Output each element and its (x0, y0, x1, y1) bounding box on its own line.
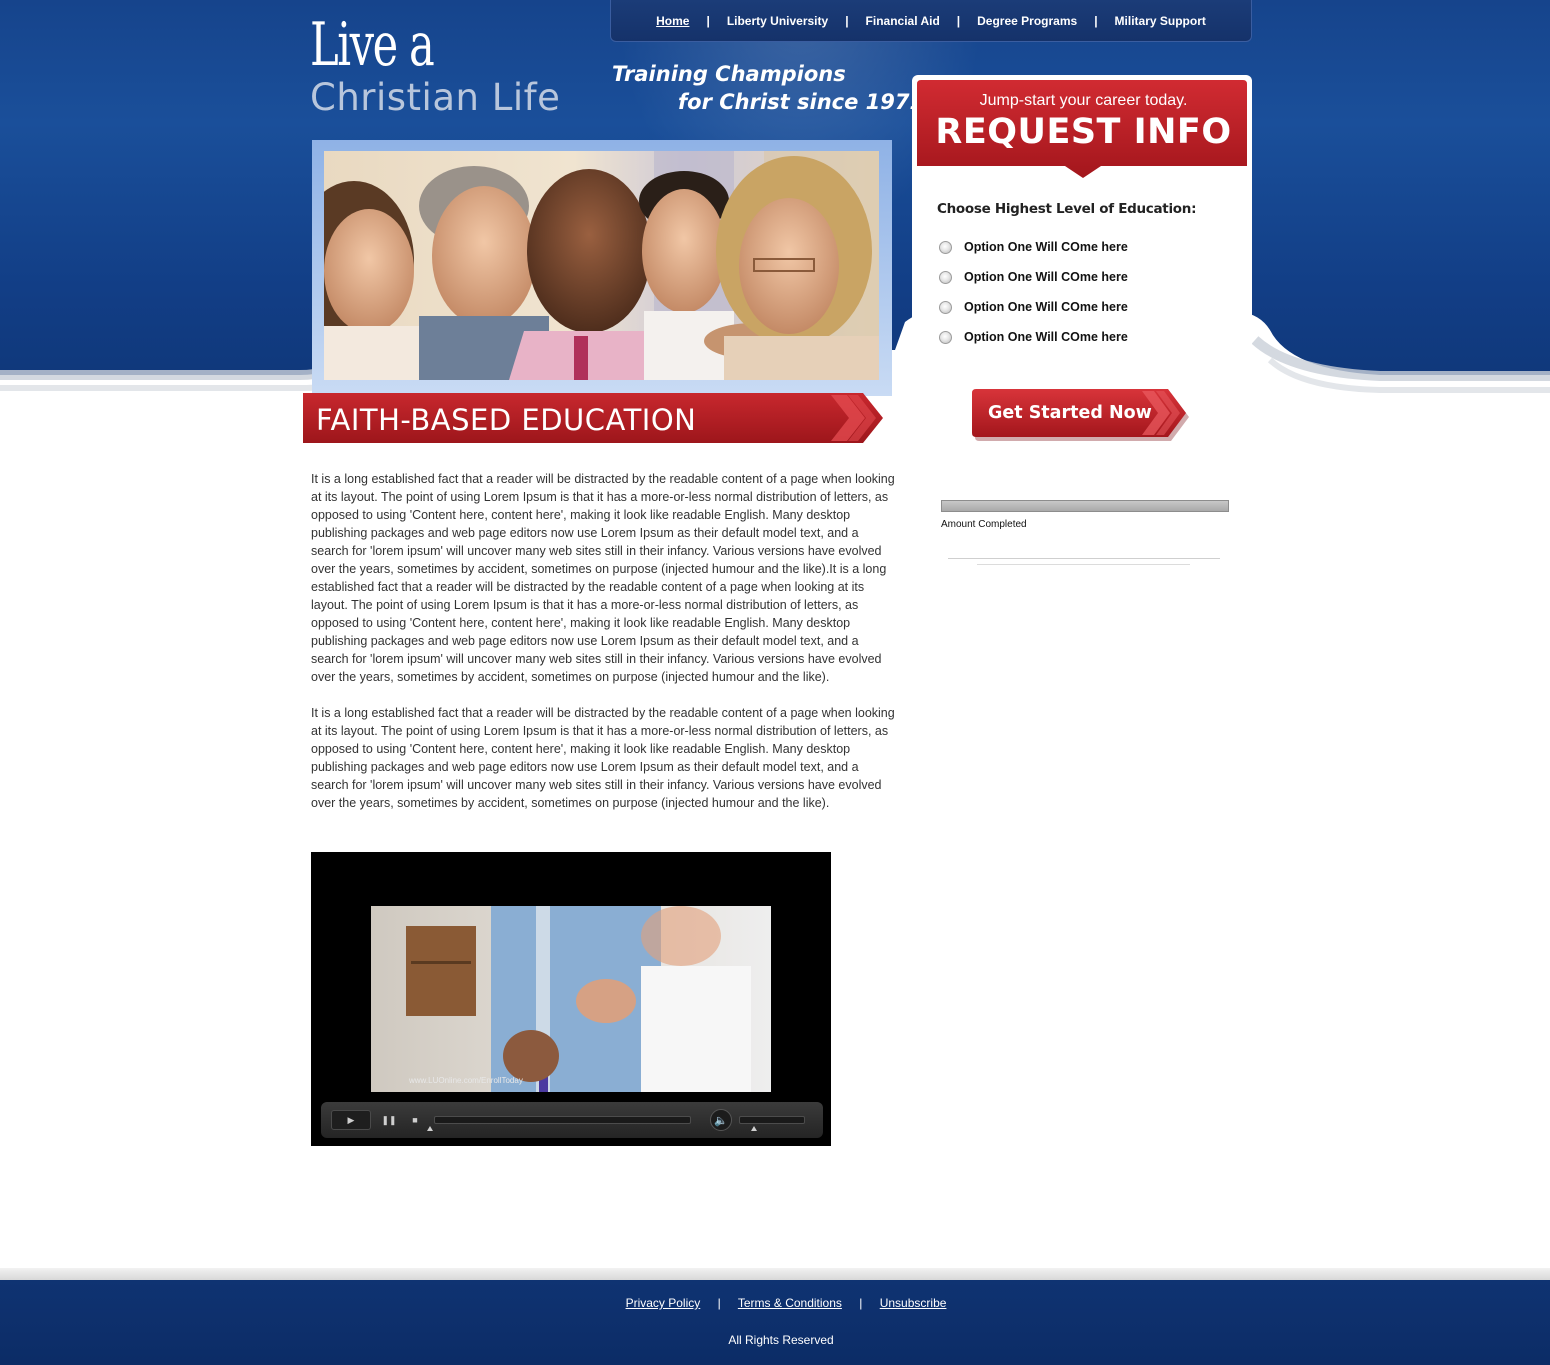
body-paragraph: It is a long established fact that a rea… (311, 706, 895, 810)
video-player: www.LUOnline.com/EnrollToday ▶ ❚❚ ■ 🔈 (311, 852, 831, 1146)
education-option[interactable]: Option One Will COme here (939, 330, 1128, 344)
volume-slider[interactable] (739, 1116, 805, 1124)
logo-title[interactable]: Live a (310, 10, 435, 80)
divider (977, 564, 1190, 565)
video-frame (371, 906, 771, 1092)
education-option-label: Option One Will COme here (964, 300, 1128, 314)
radio-button[interactable] (939, 240, 952, 254)
body-paragraph: It is a long established fact that a rea… (311, 472, 895, 684)
volume-button[interactable]: 🔈 (710, 1109, 732, 1131)
play-button[interactable]: ▶ (331, 1110, 371, 1130)
nav-separator: | (1094, 13, 1098, 28)
stop-icon: ■ (412, 1115, 418, 1125)
section-title: FAITH-BASED EDUCATION (316, 403, 697, 437)
education-option[interactable]: Option One Will COme here (939, 300, 1128, 314)
body-copy: It is a long established fact that a rea… (311, 470, 895, 830)
seek-handle[interactable] (427, 1126, 433, 1131)
education-question: Choose Highest Level of Education: (937, 201, 1197, 217)
education-option-label: Option One Will COme here (964, 330, 1128, 344)
nav-separator: | (845, 13, 849, 28)
volume-handle[interactable] (751, 1126, 757, 1131)
nav-separator: | (956, 13, 961, 28)
education-option-label: Option One Will COme here (964, 240, 1128, 254)
logo-subtitle[interactable]: Christian Life (310, 76, 560, 120)
request-info-subtitle: Jump-start your career today. (979, 92, 1188, 109)
footer (0, 1280, 1550, 1365)
radio-button[interactable] (939, 300, 952, 314)
nav-financial-aid[interactable]: Financial Aid (866, 14, 940, 28)
radio-button[interactable] (939, 330, 952, 344)
top-nav: Home | Liberty University | Financial Ai… (610, 0, 1252, 42)
unsubscribe-link[interactable]: Unsubscribe (880, 1296, 947, 1310)
footer-separator: | (859, 1296, 863, 1310)
nav-home[interactable]: Home (656, 14, 689, 28)
divider (948, 558, 1220, 559)
nav-separator: | (706, 13, 710, 28)
footer-edge (0, 1268, 1550, 1280)
video-watermark: www.LUOnline.com/EnrollToday (409, 1076, 523, 1085)
footer-links: Privacy Policy | Terms & Conditions | Un… (0, 1296, 1550, 1310)
volume-icon: 🔈 (714, 1114, 728, 1127)
request-info-title: REQUEST INFO (935, 112, 1232, 152)
education-option-label: Option One Will COme here (964, 270, 1128, 284)
pause-icon: ❚❚ (381, 1114, 397, 1125)
radio-button[interactable] (939, 270, 952, 284)
form-progress-label: Amount Completed (941, 519, 1027, 530)
stop-button[interactable]: ■ (405, 1110, 425, 1130)
tagline-line1: Training Champions (612, 62, 846, 86)
nav-degree-programs[interactable]: Degree Programs (977, 14, 1077, 28)
nav-liberty-university[interactable]: Liberty University (727, 14, 828, 28)
form-progress-bar (941, 500, 1229, 512)
education-option[interactable]: Option One Will COme here (939, 270, 1128, 284)
copyright: All Rights Reserved (728, 1333, 834, 1347)
hero-photo-image (324, 151, 879, 380)
education-option[interactable]: Option One Will COme here (939, 240, 1128, 254)
get-started-label: Get Started Now (988, 403, 1152, 423)
nav-military-support[interactable]: Military Support (1115, 14, 1206, 28)
terms-link[interactable]: Terms & Conditions (738, 1296, 842, 1310)
privacy-policy-link[interactable]: Privacy Policy (626, 1296, 701, 1310)
video-controls: ▶ ❚❚ ■ 🔈 (321, 1102, 823, 1138)
seek-bar[interactable] (434, 1116, 691, 1124)
pause-button[interactable]: ❚❚ (379, 1110, 399, 1130)
play-icon: ▶ (347, 1114, 355, 1125)
footer-separator: | (717, 1296, 721, 1310)
tagline-line2: for Christ since 1971 (678, 90, 925, 114)
hero-photo (324, 151, 879, 380)
video-screen[interactable]: www.LUOnline.com/EnrollToday (371, 906, 771, 1092)
